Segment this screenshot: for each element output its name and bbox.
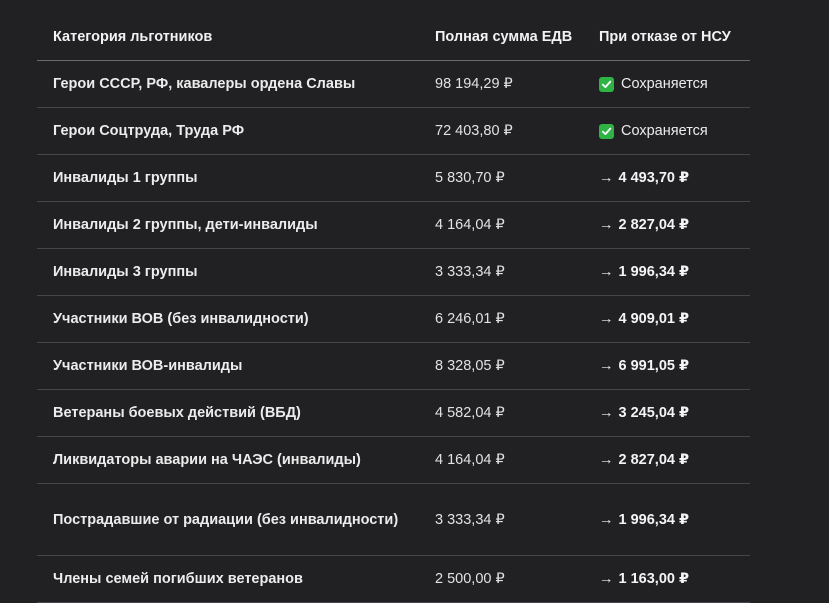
row-refusal: → 4 909,01 ₽: [599, 306, 734, 332]
row-full-sum: 98 194,29 ₽: [435, 76, 513, 92]
row-category: Ликвидаторы аварии на ЧАЭС (инвалиды): [53, 452, 361, 468]
row-category: Инвалиды 3 группы: [53, 264, 198, 280]
arrow-right-icon: →: [599, 405, 614, 421]
table-row: Инвалиды 1 группы 5 830,70 ₽ → 4 493,70 ₽: [37, 155, 750, 202]
table-row: Участники ВОВ (без инвалидности) 6 246,0…: [37, 296, 750, 343]
row-refusal: → 2 827,04 ₽: [599, 447, 734, 473]
row-category: Инвалиды 1 группы: [53, 170, 198, 186]
arrow-right-icon: →: [599, 571, 614, 587]
table-row: Члены семей погибших ветеранов 2 500,00 …: [37, 556, 750, 603]
row-refusal: → 2 827,04 ₽: [599, 212, 734, 238]
row-full-sum: 4 582,04 ₽: [435, 405, 505, 421]
row-category: Инвалиды 2 группы, дети-инвалиды: [53, 217, 318, 233]
reduced-amount: 2 827,04 ₽: [618, 452, 690, 468]
header-refusal: При отказе от НСУ: [599, 29, 731, 45]
row-category: Герои Соцтруда, Труда РФ: [53, 123, 245, 139]
reduced-amount: 1 996,34 ₽: [618, 511, 690, 528]
row-full-sum: 72 403,80 ₽: [435, 123, 513, 139]
row-full-sum: 3 333,34 ₽: [435, 264, 505, 280]
row-refusal: Сохраняется: [599, 118, 734, 144]
reduced-amount: 1 163,00 ₽: [618, 571, 690, 587]
row-refusal: → 1 163,00 ₽: [599, 566, 734, 592]
row-full-sum: 4 164,04 ₽: [435, 217, 505, 233]
table-row: Инвалиды 3 группы 3 333,34 ₽ → 1 996,34 ₽: [37, 249, 750, 296]
row-full-sum: 3 333,34 ₽: [435, 511, 505, 528]
table-row: Инвалиды 2 группы, дети-инвалиды 4 164,0…: [37, 202, 750, 249]
benefits-table: Категория льготников Полная сумма ЕДВ Пр…: [37, 14, 750, 603]
reduced-amount: 1 996,34 ₽: [618, 264, 690, 280]
table-header: Категория льготников Полная сумма ЕДВ Пр…: [37, 14, 750, 61]
row-full-sum: 2 500,00 ₽: [435, 571, 505, 587]
row-category: Ветераны боевых действий (ВБД): [53, 405, 301, 421]
row-category: Пострадавшие от радиации (без инвалиднос…: [53, 511, 399, 528]
row-full-sum: 6 246,01 ₽: [435, 311, 505, 327]
table-row: Ветераны боевых действий (ВБД) 4 582,04 …: [37, 390, 750, 437]
reduced-amount: 4 909,01 ₽: [618, 311, 690, 327]
reduced-amount: 6 991,05 ₽: [618, 358, 690, 374]
retained-label: Сохраняется: [621, 123, 708, 139]
table-row: Пострадавшие от радиации (без инвалиднос…: [37, 484, 750, 556]
row-full-sum: 4 164,04 ₽: [435, 452, 505, 468]
row-refusal: → 1 996,34 ₽: [599, 259, 734, 285]
reduced-amount: 3 245,04 ₽: [618, 405, 690, 421]
checkmark-icon: [599, 124, 614, 139]
checkmark-icon: [599, 77, 614, 92]
arrow-right-icon: →: [599, 311, 614, 327]
table-row: Герои Соцтруда, Труда РФ 72 403,80 ₽ Сох…: [37, 108, 750, 155]
row-refusal: → 1 996,34 ₽: [599, 507, 734, 533]
row-full-sum: 8 328,05 ₽: [435, 358, 505, 374]
arrow-right-icon: →: [599, 511, 614, 528]
arrow-right-icon: →: [599, 452, 614, 468]
arrow-right-icon: →: [599, 358, 614, 374]
row-category: Участники ВОВ (без инвалидности): [53, 311, 309, 327]
arrow-right-icon: →: [599, 264, 614, 280]
row-category: Члены семей погибших ветеранов: [53, 571, 303, 587]
retained-label: Сохраняется: [621, 76, 708, 92]
row-refusal: → 3 245,04 ₽: [599, 400, 734, 426]
row-refusal: → 4 493,70 ₽: [599, 165, 734, 191]
row-refusal: Сохраняется: [599, 71, 734, 97]
row-refusal: → 6 991,05 ₽: [599, 353, 734, 379]
table-row: Герои СССР, РФ, кавалеры ордена Славы 98…: [37, 61, 750, 108]
row-full-sum: 5 830,70 ₽: [435, 170, 505, 186]
arrow-right-icon: →: [599, 170, 614, 186]
reduced-amount: 2 827,04 ₽: [618, 217, 690, 233]
row-category: Герои СССР, РФ, кавалеры ордена Славы: [53, 76, 356, 92]
table-row: Участники ВОВ-инвалиды 8 328,05 ₽ → 6 991…: [37, 343, 750, 390]
header-category: Категория льготников: [53, 29, 213, 45]
table-row: Ликвидаторы аварии на ЧАЭС (инвалиды) 4 …: [37, 437, 750, 484]
arrow-right-icon: →: [599, 217, 614, 233]
row-category: Участники ВОВ-инвалиды: [53, 358, 243, 374]
reduced-amount: 4 493,70 ₽: [618, 170, 690, 186]
header-full-sum: Полная сумма ЕДВ: [435, 29, 573, 45]
